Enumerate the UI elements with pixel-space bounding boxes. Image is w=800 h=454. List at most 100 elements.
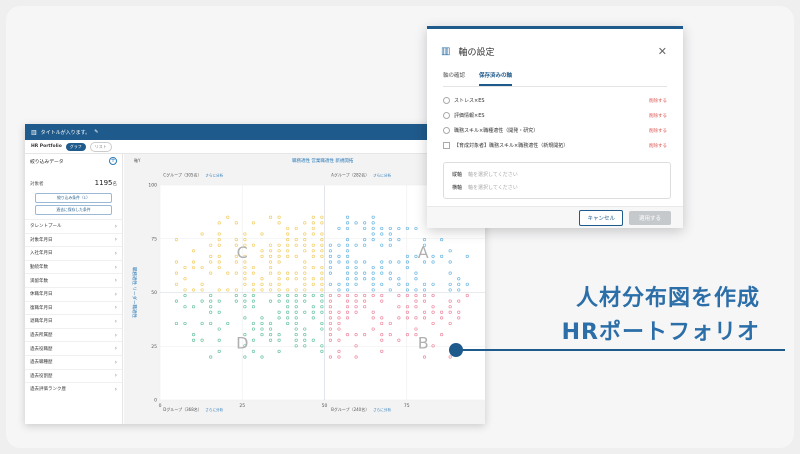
scatter-point (388, 232, 392, 236)
scatter-point (363, 243, 367, 247)
axis-radio[interactable] (443, 127, 450, 134)
delete-axis-link[interactable]: 削除する (649, 98, 667, 104)
scatter-point (209, 310, 213, 314)
quadrant-detail-link[interactable]: さらに分析 (205, 172, 223, 177)
sidebar-filter-item[interactable]: 退職年月日 › (25, 314, 122, 328)
scatter-point (457, 277, 461, 281)
tab-list[interactable]: リスト (89, 141, 112, 152)
horizontal-axis-field[interactable]: 横軸 軸を選択してください (452, 181, 662, 194)
scatter-point (320, 277, 324, 281)
scatter-point (448, 321, 452, 326)
scatter-point (294, 333, 298, 337)
scatter-point (345, 215, 350, 219)
scatter-point (380, 321, 384, 326)
sidebar-filter-label: 満留年数 (30, 278, 48, 284)
scatter-point (277, 299, 281, 303)
scatter-point (311, 282, 315, 286)
scatter-point (303, 327, 307, 331)
scatter-point (380, 338, 384, 342)
sidebar-filter-item[interactable]: 対象年月日 › (25, 232, 122, 247)
scatter-point (251, 221, 256, 225)
sidebar-filter-item[interactable]: 過去所属歴 › (25, 327, 122, 342)
delete-axis-link[interactable]: 削除する (649, 128, 667, 134)
sidebar-filter-item[interactable]: 過去評価ランク歴 › (25, 382, 122, 396)
scatter-point (363, 293, 367, 298)
edit-icon[interactable]: ✎ (94, 129, 98, 135)
sidebar-filter-item[interactable]: 過去役職歴 › (25, 341, 122, 355)
scatter-point (294, 243, 298, 247)
scatter-point (311, 221, 315, 225)
axis-radio[interactable] (443, 97, 450, 104)
scatter-point (217, 265, 221, 270)
scatter-point (448, 249, 452, 253)
scatter-point (286, 243, 290, 247)
scatter-point (286, 277, 290, 281)
filter-conditions-button[interactable]: 絞り込み条件（1） (35, 193, 112, 203)
scatter-point (268, 243, 273, 247)
scatter-point (294, 293, 298, 298)
scatter-point (303, 293, 307, 298)
quadrant-detail-link[interactable]: さらに分析 (373, 407, 391, 412)
scatter-point (191, 288, 196, 292)
sidebar-filter-item[interactable]: 休職年月日 › (25, 286, 122, 301)
close-icon[interactable]: ✕ (658, 45, 667, 58)
scatter-point (345, 265, 350, 270)
sidebar-filter-item[interactable]: 勤続年数 › (25, 259, 122, 274)
scatter-point (260, 288, 264, 292)
scatter-point (448, 260, 452, 264)
scatter-point (320, 249, 324, 253)
scatter-point (363, 260, 367, 264)
scatter-point (251, 265, 256, 270)
saved-axis-label: 評価情報×ES (454, 113, 485, 119)
quadrant-detail-link[interactable]: さらに分析 (373, 172, 391, 177)
add-filter-icon[interactable]: + (109, 157, 117, 165)
vertical-axis-field[interactable]: 縦軸 軸を選択してください (452, 168, 662, 181)
scatter-point (277, 282, 281, 286)
scatter-point (294, 344, 298, 348)
scatter-point (388, 260, 392, 264)
scatter-point (251, 282, 256, 286)
dialog-header: ▥ 軸の設定 ✕ (427, 29, 683, 58)
tab-saved-axes[interactable]: 保存済みの軸 (479, 68, 513, 86)
delete-axis-link[interactable]: 削除する (649, 143, 667, 149)
scatter-point (200, 338, 204, 342)
sidebar-filter-item[interactable]: タレントプール › (25, 219, 122, 233)
quadrant-detail-link[interactable]: さらに分析 (205, 407, 223, 412)
sidebar-filter-item[interactable]: 過去役割歴 › (25, 368, 122, 383)
tab-graph[interactable]: グラフ (65, 142, 86, 151)
scatter-point (217, 288, 221, 292)
sidebar-filter-item[interactable]: 復職年月日 › (25, 300, 122, 315)
scatter-point (345, 221, 350, 225)
tab-axis-confirm[interactable]: 軸の確認 (443, 68, 465, 86)
scatter-point (217, 260, 221, 264)
scatter-point (431, 282, 435, 286)
scatter-point (363, 226, 367, 231)
cancel-button[interactable]: キャンセル (579, 209, 623, 226)
sidebar-filter-item[interactable]: 満留年数 › (25, 273, 122, 287)
scatter-point (337, 293, 341, 298)
scatter-point (380, 243, 384, 247)
scatter-point (380, 299, 384, 303)
delete-axis-link[interactable]: 削除する (649, 113, 667, 119)
scatter-point (268, 265, 273, 270)
scatter-point (209, 293, 213, 298)
scatter-point (268, 260, 273, 264)
scatter-point (303, 265, 307, 270)
scatter-point (371, 221, 375, 225)
apply-button[interactable]: 適用する (628, 210, 671, 225)
scatter-point (380, 333, 384, 337)
saved-conditions-button[interactable]: 過去に保存した条件 (35, 205, 112, 215)
scatter-point (380, 226, 384, 231)
scatter-point (371, 226, 375, 231)
scatter-point (422, 288, 427, 292)
scatter-point (320, 327, 324, 331)
sidebar-filter-item[interactable]: 過去職種歴 › (25, 354, 122, 369)
dialog-tabs: 軸の確認 保存済みの軸 (443, 68, 667, 87)
scatter-point (388, 288, 392, 292)
scatter-point (191, 333, 196, 337)
scatter-point (328, 265, 333, 270)
axis-radio[interactable] (443, 112, 450, 119)
sidebar-filter-item[interactable]: 入社年月日 › (25, 246, 122, 260)
sidebar-filter-label: 過去所属歴 (30, 333, 53, 339)
axis-checkbox[interactable] (443, 142, 450, 149)
